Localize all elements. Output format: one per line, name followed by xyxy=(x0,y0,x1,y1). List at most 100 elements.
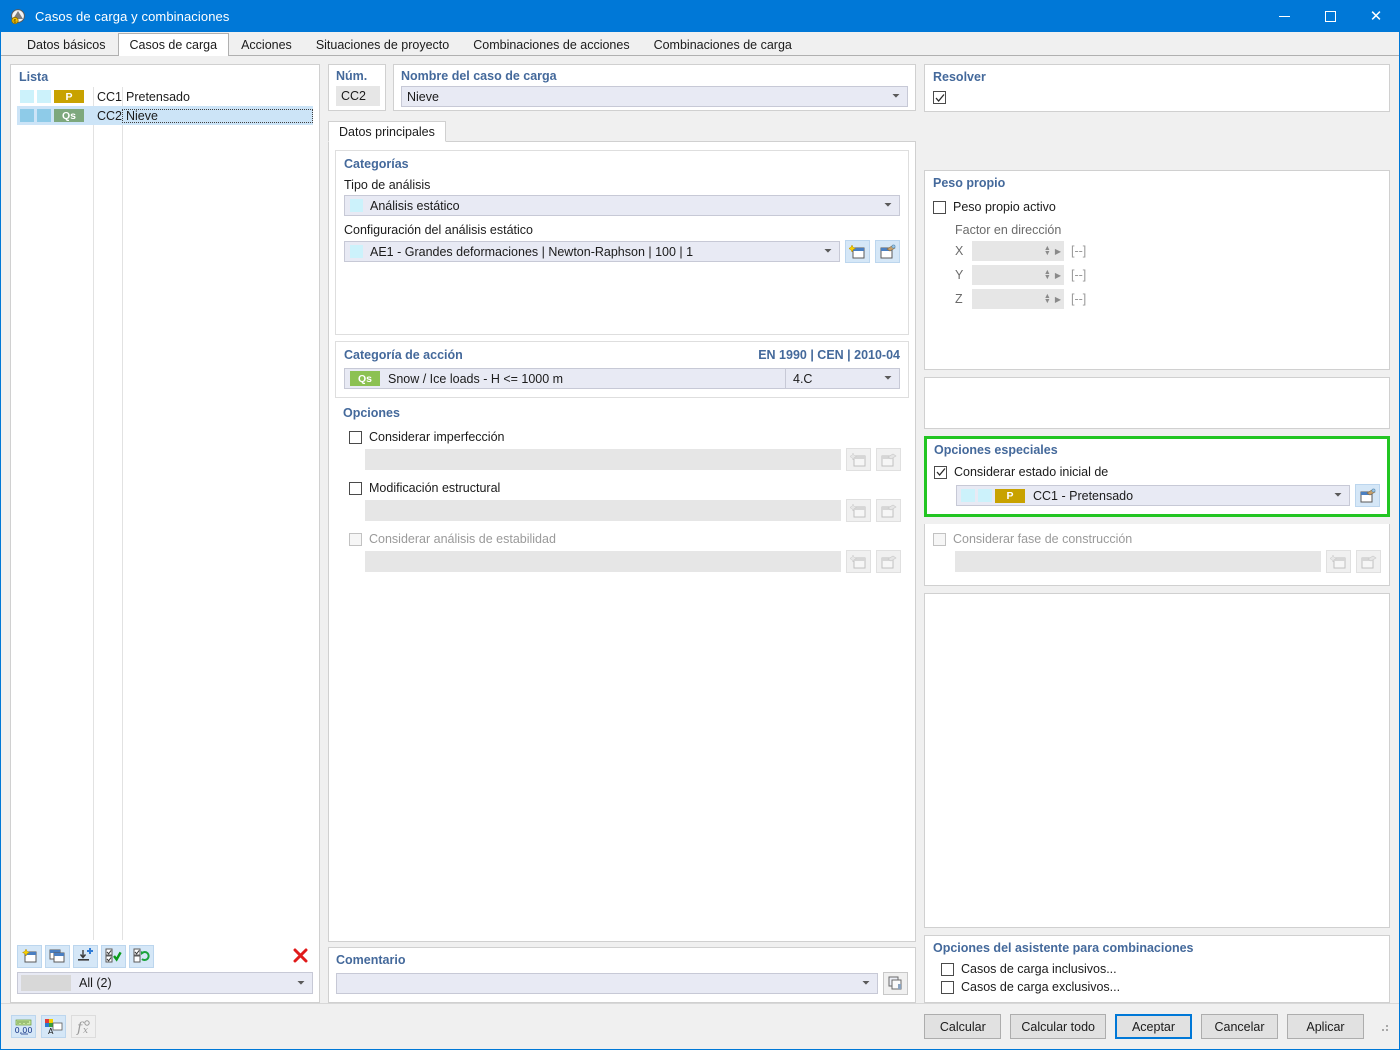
list-column-separator-1 xyxy=(93,87,94,940)
factor-x-stepper: ▲ ▼ ▶ xyxy=(972,241,1064,261)
initial-state-label: Considerar estado inicial de xyxy=(954,465,1109,479)
tab-combinaciones-de-acciones[interactable]: Combinaciones de acciones xyxy=(461,33,641,55)
list-filter-select[interactable]: All (2) ⏷ xyxy=(17,972,313,994)
new-load-case-icon[interactable] xyxy=(17,944,42,968)
list-toolbar xyxy=(11,940,319,972)
main-data-panel: Categorías Tipo de análisis Análisis est… xyxy=(328,141,916,942)
list-title: Lista xyxy=(19,70,49,84)
static-config-select[interactable]: AE1 - Grandes deformaciones | Newton-Rap… xyxy=(344,241,840,262)
option-imperfection-field-row xyxy=(365,448,901,471)
tab-acciones[interactable]: Acciones xyxy=(229,33,304,55)
select-all-icon[interactable] xyxy=(101,944,126,968)
wizard-inclusive-checkbox[interactable] xyxy=(941,962,954,976)
units-decimal-icon[interactable]: 0,00 xyxy=(11,1015,36,1038)
comment-input[interactable]: ⏷ xyxy=(336,973,878,994)
aplicar-button[interactable]: Aplicar xyxy=(1287,1014,1364,1039)
initial-state-value: CC1 - Pretensado xyxy=(1033,488,1134,503)
options-group: Opciones Considerar imperfección Modific… xyxy=(335,404,909,935)
edit-item-icon xyxy=(1356,550,1381,573)
option-structural-modification-checkbox[interactable] xyxy=(349,481,362,495)
window-title: Casos de carga y combinaciones xyxy=(35,9,230,24)
table-row[interactable]: Qs CC2 Nieve xyxy=(17,106,313,125)
new-item-icon[interactable] xyxy=(845,240,870,263)
inner-tab-strip: Datos principales xyxy=(328,120,916,142)
new-item-icon xyxy=(1326,550,1351,573)
tab-situaciones-de-proyecto[interactable]: Situaciones de proyecto xyxy=(304,33,461,55)
edit-item-icon[interactable] xyxy=(875,240,900,263)
analysis-type-value: Análisis estático xyxy=(370,198,460,213)
copy-load-case-icon[interactable] xyxy=(45,944,70,968)
spinner-play-icon: ▶ xyxy=(1054,246,1061,256)
option-stability-analysis-field-row xyxy=(365,550,901,573)
resize-grip[interactable] xyxy=(1378,1021,1389,1032)
color-swatch-1 xyxy=(20,90,34,103)
action-category-value: Snow / Ice loads - H <= 1000 m xyxy=(388,371,564,386)
chevron-down-icon: ⏷ xyxy=(824,246,832,257)
dialog-body: Lista P CC1 Pretensado Qs CC2 Nieve All … xyxy=(1,56,1399,1003)
table-row[interactable]: P CC1 Pretensado xyxy=(17,87,313,106)
option-imperfection-label: Considerar imperfección xyxy=(369,430,505,444)
tab-datos-principales[interactable]: Datos principales xyxy=(328,121,446,142)
check-icon xyxy=(935,93,944,102)
option-imperfection-checkbox[interactable] xyxy=(349,430,362,444)
initial-state-select[interactable]: P CC1 - Pretensado ⏷ xyxy=(956,485,1350,506)
self-weight-panel: Peso propio Peso propio activo Factor en… xyxy=(924,170,1390,370)
invert-selection-icon[interactable] xyxy=(129,944,154,968)
svg-text:x: x xyxy=(83,1026,88,1036)
minimize-button[interactable] xyxy=(1261,1,1307,32)
insert-load-case-icon[interactable] xyxy=(73,944,98,968)
initial-state-checkbox[interactable] xyxy=(934,465,947,479)
aceptar-button[interactable]: Aceptar xyxy=(1115,1014,1192,1039)
option-imperfection-row[interactable]: Considerar imperfección xyxy=(349,430,901,444)
edit-item-icon[interactable] xyxy=(1355,484,1380,507)
display-properties-icon[interactable]: A xyxy=(41,1015,66,1038)
static-config-row: AE1 - Grandes deformaciones | Newton-Rap… xyxy=(344,240,900,263)
option-structural-modification-field xyxy=(365,500,841,521)
title-bar: 6 Casos de carga y combinaciones ✕ xyxy=(1,1,1399,32)
new-item-icon xyxy=(846,550,871,573)
solve-title: Resolver xyxy=(933,70,986,84)
action-category-select[interactable]: Qs Snow / Ice loads - H <= 1000 m 4.C ⏷ xyxy=(344,368,900,389)
initial-state-row[interactable]: Considerar estado inicial de xyxy=(934,465,1380,479)
wizard-inclusive-row[interactable]: Casos de carga inclusivos... xyxy=(941,962,1381,976)
tab-combinaciones-de-carga[interactable]: Combinaciones de carga xyxy=(642,33,804,55)
spinner-arrows-icon: ▲ ▼ xyxy=(1043,245,1051,257)
name-panel: Nombre del caso de carga Nieve ⏷ xyxy=(393,64,916,111)
initial-state-select-row: P CC1 - Pretensado ⏷ xyxy=(956,484,1380,507)
tab-casos-de-carga[interactable]: Casos de carga xyxy=(117,33,230,56)
dialog-window: 6 Casos de carga y combinaciones ✕ Datos… xyxy=(0,0,1400,1050)
close-button[interactable]: ✕ xyxy=(1353,1,1399,32)
wizard-exclusive-row[interactable]: Casos de carga exclusivos... xyxy=(941,980,1381,994)
copy-comment-icon[interactable] xyxy=(883,972,908,995)
static-config-value: AE1 - Grandes deformaciones | Newton-Rap… xyxy=(370,244,694,259)
special-options-title: Opciones especiales xyxy=(934,443,1058,457)
formula-icon[interactable]: f x xyxy=(71,1015,96,1038)
cancelar-button[interactable]: Cancelar xyxy=(1201,1014,1278,1039)
load-case-name-input[interactable]: Nieve ⏷ xyxy=(401,86,908,107)
self-weight-active-label: Peso propio activo xyxy=(953,200,1056,214)
action-category-standard: EN 1990 | CEN | 2010-04 xyxy=(758,348,900,362)
tab-datos-basicos[interactable]: Datos básicos xyxy=(15,33,118,55)
action-category-left: Qs Snow / Ice loads - H <= 1000 m xyxy=(345,371,785,386)
self-weight-active-row[interactable]: Peso propio activo xyxy=(933,200,1381,214)
action-badge: Qs xyxy=(54,109,84,122)
self-weight-active-checkbox[interactable] xyxy=(933,200,946,214)
option-structural-modification-field-row xyxy=(365,499,901,522)
wizard-exclusive-checkbox[interactable] xyxy=(941,980,954,994)
delete-red-x-icon[interactable] xyxy=(288,945,313,968)
options-title: Opciones xyxy=(343,406,400,420)
chevron-down-icon: ⏷ xyxy=(884,200,892,211)
calcular-todo-button[interactable]: Calcular todo xyxy=(1010,1014,1106,1039)
row-chips: Qs xyxy=(17,109,93,122)
load-case-name-value: Nieve xyxy=(407,89,439,104)
construction-stage-row: Considerar fase de construcción xyxy=(933,532,1381,546)
construction-stage-field-row xyxy=(955,550,1381,573)
solve-checkbox[interactable] xyxy=(933,91,946,104)
calcular-button[interactable]: Calcular xyxy=(924,1014,1002,1039)
maximize-button[interactable] xyxy=(1307,1,1353,32)
option-structural-modification-row[interactable]: Modificación estructural xyxy=(349,481,901,495)
analysis-type-select[interactable]: Análisis estático ⏷ xyxy=(344,195,900,216)
option-stability-analysis-checkbox xyxy=(349,532,362,546)
load-case-list[interactable]: P CC1 Pretensado Qs CC2 Nieve xyxy=(17,86,313,940)
chevron-down-icon: ⏷ xyxy=(892,91,900,102)
